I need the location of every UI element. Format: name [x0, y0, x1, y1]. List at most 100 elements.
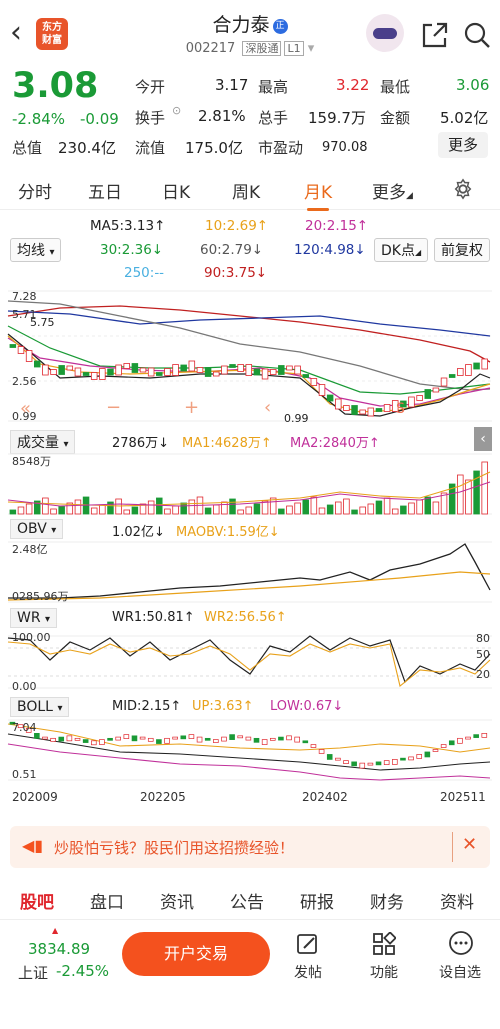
tab-research[interactable]: 研报 [300, 888, 334, 913]
boll-candle [424, 751, 431, 758]
boll-low: LOW:0.67↓ [270, 699, 344, 714]
boll-candle [123, 734, 130, 739]
tab-day-k[interactable]: 日K [162, 178, 190, 203]
wr-20-label: 20 [476, 668, 490, 681]
wr-bottom-label: 0.00 [12, 680, 37, 693]
boll-candle [237, 735, 244, 739]
indicator-select[interactable]: 均线 ▾ [10, 238, 62, 262]
boll-top-label: 7.04 [12, 721, 37, 734]
index-name[interactable]: 上证 [18, 962, 48, 983]
close-icon[interactable]: ✕ [462, 834, 477, 855]
boll-candle [115, 736, 121, 741]
period-tabs: 分时 五日 日K 周K 月K 更多◢ [0, 170, 500, 211]
tab-more[interactable]: 更多◢ [372, 178, 413, 203]
zoom-in-icon[interactable]: + [184, 397, 199, 418]
boll-candle [286, 735, 292, 741]
level-badge: L1 [284, 41, 304, 56]
boll-candle [261, 739, 268, 745]
tab-week-k[interactable]: 周K [232, 178, 260, 203]
banner-divider [452, 832, 453, 862]
volume-bar [335, 501, 342, 515]
adjust-select[interactable]: 前复权 [434, 238, 490, 262]
add-watchlist-label[interactable]: 设自选 [430, 962, 490, 982]
boll-candle [196, 736, 203, 743]
search-icon[interactable] [462, 20, 492, 50]
candle [164, 368, 171, 376]
boll-candle [229, 734, 235, 740]
tab-profile[interactable]: 资料 [440, 888, 474, 913]
tab-announcement[interactable]: 公告 [230, 888, 264, 913]
open-account-button[interactable]: 开户交易 [122, 932, 270, 976]
add-watchlist-icon[interactable] [448, 930, 474, 956]
tab-news[interactable]: 资讯 [160, 888, 194, 913]
candle [343, 405, 350, 411]
pe-value: 970.08 [322, 140, 368, 155]
maobv-value: MAOBV:1.59亿↓ [176, 525, 280, 540]
wr-select[interactable]: WR ▾ [10, 608, 58, 628]
tab-month-k[interactable]: 月K [304, 178, 332, 211]
ma250-value: 250:-- [124, 265, 165, 281]
collapse-icon[interactable]: ‹ [474, 427, 492, 451]
turnover-value: 2.81% [198, 107, 246, 125]
obv-select[interactable]: OBV ▾ [10, 519, 64, 539]
boll-candle [481, 733, 488, 738]
volume-bar [188, 499, 196, 515]
tab-pankou[interactable]: 盘口 [90, 888, 124, 913]
zoom-out-icon[interactable]: − [106, 397, 121, 418]
tab-more-label: 更多 [372, 183, 406, 203]
up-arrow-icon: ▲ [52, 926, 59, 935]
volume-bar [391, 508, 399, 515]
boll-candle [392, 759, 398, 765]
volume-bar [204, 507, 212, 515]
volume-bar [286, 505, 293, 515]
amount-value: 5.02亿 [440, 109, 489, 127]
promo-banner[interactable]: ◀▮ 炒股怕亏钱？股民们用这招攒经验！ ✕ [10, 826, 490, 868]
info-icon[interactable]: ⊙ [172, 104, 181, 117]
volume-value-label: 2786万↓ [112, 436, 169, 451]
indicator-select-label: 均线 [17, 243, 45, 259]
ma60-value: 60:2.79↓ [200, 242, 264, 258]
tab-finance[interactable]: 财务 [370, 888, 404, 913]
settings-icon[interactable] [452, 178, 474, 200]
candle [156, 372, 163, 376]
share-icon[interactable] [420, 20, 450, 50]
volume-bar [278, 508, 285, 515]
post-label[interactable]: 发帖 [278, 962, 338, 982]
candle [42, 364, 49, 376]
candle [107, 368, 114, 376]
more-button[interactable]: 更多 [438, 132, 488, 158]
ma20-value: 20:2.15↑ [305, 218, 369, 234]
bottom-tabs: 股吧 盘口 资讯 公告 研报 财务 资料 [0, 880, 500, 920]
boll-candle [164, 737, 170, 744]
tab-five-day[interactable]: 五日 [88, 178, 122, 203]
kline-chart[interactable]: 7.28 5.71 5.75 2.56 0.99 0.99 « − + ‹ S [0, 286, 500, 426]
dk-point-select[interactable]: DK点◢ [374, 238, 429, 262]
candle [131, 363, 139, 373]
boll-select[interactable]: BOLL ▾ [10, 697, 70, 717]
candle [473, 362, 480, 370]
candle [278, 365, 285, 375]
dk-label: DK点 [381, 243, 415, 259]
prev-icon[interactable]: ‹ [264, 397, 271, 418]
index-value[interactable]: 3834.89 [28, 940, 90, 958]
float-value-label: 流值 [135, 139, 166, 157]
avatar[interactable] [366, 14, 404, 52]
function-icon[interactable] [372, 932, 396, 956]
tab-timeshare[interactable]: 分时 [18, 178, 52, 203]
index-change[interactable]: -2.45% [56, 962, 109, 980]
candle [74, 367, 82, 377]
boll-candle [139, 736, 146, 740]
boll-candle [82, 739, 89, 743]
tab-guba[interactable]: 股吧 [20, 888, 54, 913]
scroll-left-icon[interactable]: « [20, 398, 31, 419]
volume-select[interactable]: 成交量 ▾ [10, 430, 76, 454]
candle [221, 365, 228, 375]
function-label[interactable]: 功能 [354, 962, 414, 982]
volume-bar [90, 507, 98, 515]
boll-candle [188, 734, 195, 739]
candle [17, 346, 25, 354]
candle [302, 374, 309, 378]
volume-bar [9, 509, 17, 515]
post-icon[interactable] [296, 932, 320, 956]
volume-bar [99, 504, 106, 515]
